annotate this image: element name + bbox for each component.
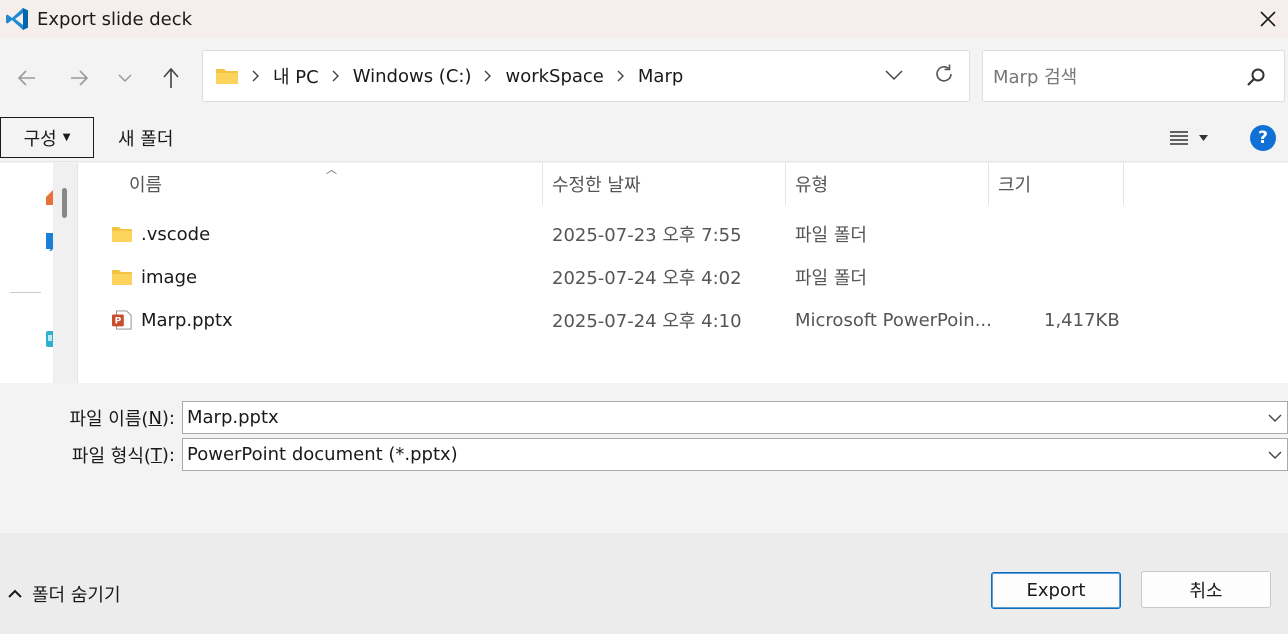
breadcrumb-drive-c[interactable]: Windows (C:) bbox=[353, 66, 472, 87]
filename-label: 파일 이름(N): bbox=[69, 407, 175, 431]
new-folder-button[interactable]: 새 폴더 bbox=[108, 117, 183, 158]
dialog-footer: 폴더 숨기기 Export 취소 bbox=[0, 533, 1288, 634]
save-options-area: 파일 이름(N): Marp.pptx 파일 형식(T): PowerPoint… bbox=[0, 383, 1288, 533]
chevron-down-icon[interactable] bbox=[1263, 447, 1287, 463]
chevron-down-icon bbox=[885, 70, 903, 81]
organize-label: 구성 bbox=[23, 128, 57, 150]
nav-pane-scrollbar[interactable] bbox=[53, 163, 77, 383]
breadcrumb-separator-icon bbox=[616, 69, 626, 83]
help-button[interactable]: ? bbox=[1250, 125, 1276, 151]
file-size: 1,417KB bbox=[1044, 309, 1120, 331]
command-bar: 구성 ▼ 새 폴더 ? bbox=[0, 114, 1288, 162]
forward-button[interactable] bbox=[64, 63, 94, 93]
file-date: 2025-07-24 오후 4:02 bbox=[552, 268, 742, 289]
column-separator[interactable] bbox=[785, 163, 786, 205]
close-button[interactable] bbox=[1252, 3, 1284, 35]
back-button[interactable] bbox=[12, 63, 42, 93]
folder-icon bbox=[216, 69, 238, 84]
sort-ascending-icon: ︿ bbox=[326, 163, 337, 176]
navigation-pane bbox=[0, 163, 78, 383]
file-name: .vscode bbox=[141, 223, 211, 245]
column-separator[interactable] bbox=[1123, 163, 1124, 205]
file-type: Microsoft PowerPoin... bbox=[795, 309, 992, 331]
file-date: 2025-07-24 오후 4:10 bbox=[552, 311, 742, 332]
list-view-icon bbox=[1169, 131, 1188, 145]
window-title: Export slide deck bbox=[37, 8, 193, 30]
file-type: 파일 폴더 bbox=[795, 268, 867, 289]
column-header-size[interactable]: 크기 bbox=[998, 163, 1031, 205]
arrow-up-icon bbox=[163, 67, 179, 88]
navigation-bar: 내 PC Windows (C:) workSpace Marp bbox=[0, 38, 1288, 114]
search-box[interactable] bbox=[982, 50, 1285, 102]
file-name: Marp.pptx bbox=[141, 309, 233, 331]
organize-button[interactable]: 구성 ▼ bbox=[0, 117, 94, 158]
cancel-button[interactable]: 취소 bbox=[1141, 571, 1271, 608]
caret-down-icon bbox=[1198, 135, 1208, 141]
powerpoint-file-icon: P bbox=[112, 310, 132, 330]
file-name: image bbox=[141, 266, 198, 288]
file-list: ︿ 이름 수정한 날짜 유형 크기 .vscode 2025-07-23 오후 … bbox=[82, 163, 1288, 383]
column-header-date[interactable]: 수정한 날짜 bbox=[552, 163, 641, 205]
chevron-down-icon[interactable] bbox=[1263, 410, 1287, 426]
arrow-right-icon bbox=[71, 70, 89, 86]
file-row[interactable]: P Marp.pptx 2025-07-24 오후 4:10 Microsoft… bbox=[82, 301, 1288, 339]
title-bar: Export slide deck bbox=[0, 0, 1288, 38]
filetype-value: PowerPoint document (*.pptx) bbox=[187, 444, 458, 465]
refresh-icon bbox=[936, 64, 952, 82]
filetype-select[interactable]: PowerPoint document (*.pptx) bbox=[182, 438, 1288, 471]
filename-input[interactable]: Marp.pptx bbox=[182, 401, 1288, 434]
breadcrumb-separator-icon bbox=[251, 69, 261, 83]
hide-folders-button[interactable]: 폴더 숨기기 bbox=[8, 582, 121, 606]
folder-icon bbox=[112, 270, 132, 285]
column-header-name[interactable]: 이름 bbox=[129, 163, 162, 205]
file-date: 2025-07-23 오후 7:55 bbox=[552, 225, 742, 246]
caret-down-icon: ▼ bbox=[62, 132, 71, 143]
export-button[interactable]: Export bbox=[991, 572, 1121, 609]
file-row[interactable]: image 2025-07-24 오후 4:02 파일 폴더 bbox=[82, 258, 1288, 296]
breadcrumb-workspace[interactable]: workSpace bbox=[505, 66, 603, 87]
column-separator[interactable] bbox=[542, 163, 543, 205]
search-input[interactable] bbox=[993, 63, 1233, 91]
filename-value: Marp.pptx bbox=[187, 407, 279, 428]
chevron-up-icon bbox=[8, 589, 22, 598]
svg-text:P: P bbox=[115, 317, 122, 327]
breadcrumb-marp[interactable]: Marp bbox=[638, 66, 683, 87]
chevron-down-icon bbox=[118, 74, 132, 83]
breadcrumb-this-pc[interactable]: 내 PC bbox=[273, 63, 319, 89]
arrow-left-icon bbox=[17, 70, 35, 86]
breadcrumb-separator-icon bbox=[483, 69, 493, 83]
column-header-type[interactable]: 유형 bbox=[795, 163, 828, 205]
file-row[interactable]: .vscode 2025-07-23 오후 7:55 파일 폴더 bbox=[82, 215, 1288, 253]
search-icon bbox=[1247, 68, 1265, 86]
breadcrumb-separator-icon bbox=[331, 69, 341, 83]
address-bar[interactable]: 내 PC Windows (C:) workSpace Marp bbox=[202, 50, 970, 102]
nav-divider bbox=[10, 292, 41, 293]
hide-folders-label: 폴더 숨기기 bbox=[32, 585, 121, 606]
recent-locations-button[interactable] bbox=[110, 63, 140, 93]
content-area: ︿ 이름 수정한 날짜 유형 크기 .vscode 2025-07-23 오후 … bbox=[0, 163, 1288, 383]
scrollbar-thumb[interactable] bbox=[62, 188, 67, 218]
close-icon bbox=[1260, 11, 1276, 27]
file-type: 파일 폴더 bbox=[795, 225, 867, 246]
folder-icon bbox=[112, 227, 132, 242]
vscode-logo-icon bbox=[6, 8, 28, 30]
address-history-dropdown[interactable] bbox=[885, 65, 903, 86]
filetype-label: 파일 형식(T): bbox=[71, 444, 175, 468]
column-separator[interactable] bbox=[988, 163, 989, 205]
view-options-button[interactable] bbox=[1160, 123, 1216, 153]
refresh-button[interactable] bbox=[933, 63, 955, 90]
up-button[interactable] bbox=[156, 63, 186, 93]
